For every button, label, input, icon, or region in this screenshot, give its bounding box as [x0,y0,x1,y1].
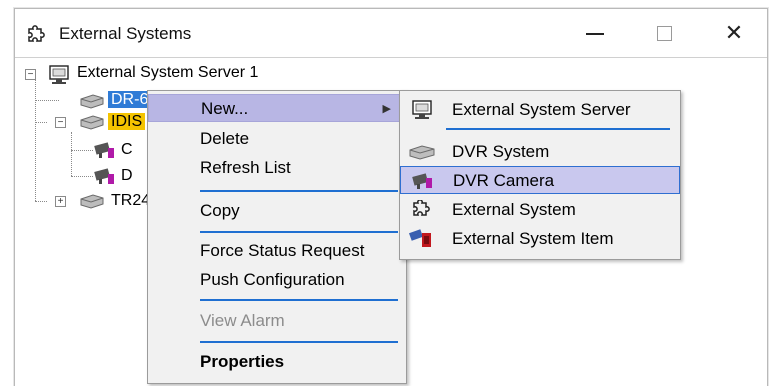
menu-separator [200,299,398,301]
submenu-item-external-system[interactable]: External System [400,196,680,224]
tree-item-idis[interactable]: IDIS [108,112,146,132]
tree-item-label: D [121,167,133,184]
server-monitor-icon [412,100,432,119]
tree-connector [35,201,47,202]
dvr-camera-icon [94,142,114,158]
menu-item-push-configuration[interactable]: Push Configuration [148,266,406,294]
menu-separator [446,128,670,130]
close-icon: ✕ [724,20,744,45]
tree-expander-idis[interactable]: − [55,117,66,128]
submenu-item-label: External System Item [452,229,614,248]
close-button[interactable]: ✕ [719,19,749,47]
window-title: External Systems [59,24,192,43]
tree-expander-tr24[interactable]: + [55,196,66,207]
tree-connector [35,122,47,123]
submenu-item-external-system-server[interactable]: External System Server [400,96,680,124]
submenu-item-dvr-system[interactable]: DVR System [400,138,680,166]
submenu-item-label: DVR Camera [453,171,555,190]
submenu-item-label: DVR System [452,142,550,161]
server-monitor-icon [49,65,69,84]
dvr-camera-icon [412,173,432,189]
menu-item-refresh-list[interactable]: Refresh List [148,154,406,182]
tree-item-camera-c[interactable]: C [121,140,133,160]
tree-connector [71,176,93,177]
menu-item-label: Copy [200,201,240,220]
dvr-camera-icon [94,168,114,184]
tree-connector [71,132,72,176]
menu-item-force-status-request[interactable]: Force Status Request [148,237,406,265]
submenu-item-external-system-item[interactable]: External System Item [400,225,680,253]
tree-item-camera-d[interactable]: D [121,166,133,186]
menu-separator [200,190,398,192]
dvr-system-icon [80,194,104,209]
menu-item-new[interactable]: New... ▶ [148,94,406,122]
menu-item-label: Delete [200,129,250,148]
menu-item-label: Push Configuration [200,270,345,289]
tree-item-label: TR24 [111,192,151,209]
minimize-icon [586,33,604,35]
menu-item-view-alarm: View Alarm [148,307,406,335]
external-system-item-icon [408,229,431,247]
context-menu: New... ▶ Delete Refresh List Copy Force … [147,90,407,384]
tree-connector [71,150,93,151]
tree-connector [35,78,36,201]
dvr-system-icon [80,115,104,130]
tree-item-label: IDIS [108,113,146,130]
tree-connector [35,100,59,101]
menu-separator [200,341,398,343]
tree-item-root[interactable]: External System Server 1 [77,63,258,83]
puzzle-piece-icon [28,25,45,42]
puzzle-piece-icon [413,200,430,216]
minimize-button[interactable] [580,19,610,47]
tree-expander-root[interactable]: − [25,69,36,80]
menu-item-properties[interactable]: Properties [148,348,406,376]
tree-item-tr24[interactable]: TR24 [111,191,150,211]
menu-item-label: Properties [200,352,285,371]
dvr-system-icon [80,94,104,109]
submenu-arrow-icon: ▶ [382,103,391,115]
menu-separator [200,231,398,233]
submenu-item-dvr-camera[interactable]: DVR Camera [400,166,680,194]
menu-item-label: Force Status Request [200,241,365,260]
submenu-item-label: External System Server [452,100,631,119]
title-bar[interactable]: External Systems ✕ [15,9,767,57]
new-submenu: External System Server DVR System DVR Ca… [399,90,681,260]
tree-item-label: External System Server 1 [77,64,259,81]
dvr-system-icon [409,145,435,160]
menu-item-copy[interactable]: Copy [148,197,406,225]
maximize-button[interactable] [649,19,679,47]
maximize-icon [656,25,672,41]
menu-item-label: New... [201,99,249,118]
tree-item-label: C [121,141,133,158]
menu-item-label: View Alarm [200,311,285,330]
menu-item-delete[interactable]: Delete [148,125,406,153]
menu-item-label: Refresh List [200,158,291,177]
submenu-item-label: External System [452,200,576,219]
